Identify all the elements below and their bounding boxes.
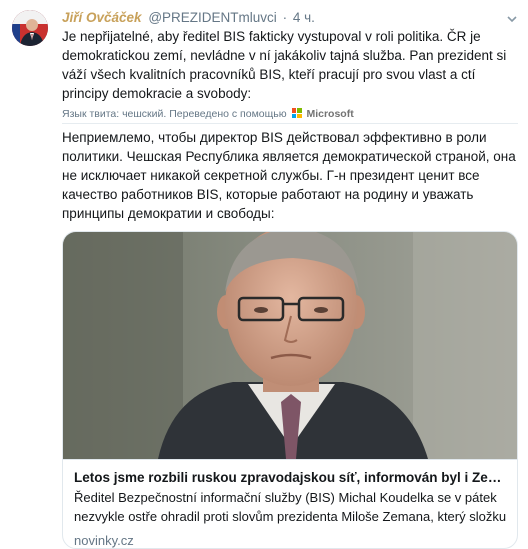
link-card[interactable]: Letos jsme rozbili ruskou zpravodajskou … — [62, 231, 518, 549]
tweet-timestamp[interactable]: 4 ч. — [293, 10, 315, 25]
microsoft-logo-icon — [291, 108, 302, 119]
tweet: Jiří Ovčáček @PREZIDENTmluvci · 4 ч. Je … — [0, 0, 528, 549]
translation-note: Язык твита: чешский. Переведено с помощь… — [62, 108, 287, 120]
avatar[interactable] — [12, 10, 48, 46]
separator: · — [282, 10, 288, 25]
author-name[interactable]: Jiří Ovčáček — [62, 10, 142, 25]
translation-divider — [62, 123, 518, 124]
card-domain: novinky.cz — [74, 533, 134, 548]
chevron-down-icon[interactable] — [506, 13, 518, 25]
card-description: Ředitel Bezpečnostní informační služby (… — [74, 490, 507, 524]
author-handle[interactable]: @PREZIDENTmluvci — [148, 10, 276, 25]
card-image — [63, 232, 517, 459]
tweet-text-original: Je nepřijatelné, aby ředitel BIS faktick… — [62, 29, 507, 101]
tweet-text-translated: Неприемлемо, чтобы директор BIS действов… — [62, 130, 516, 221]
card-title: Letos jsme rozbili ruskou zpravodajskou … — [74, 470, 509, 485]
tweet-header: Jiří Ovčáček @PREZIDENTmluvci · 4 ч. — [62, 9, 518, 27]
translation-attribution: Язык твита: чешский. Переведено с помощь… — [62, 107, 520, 121]
avatar-image — [12, 10, 48, 46]
card-body: Letos jsme rozbili ruskou zpravodajskou … — [63, 459, 517, 548]
translator-brand: Microsoft — [306, 108, 354, 120]
